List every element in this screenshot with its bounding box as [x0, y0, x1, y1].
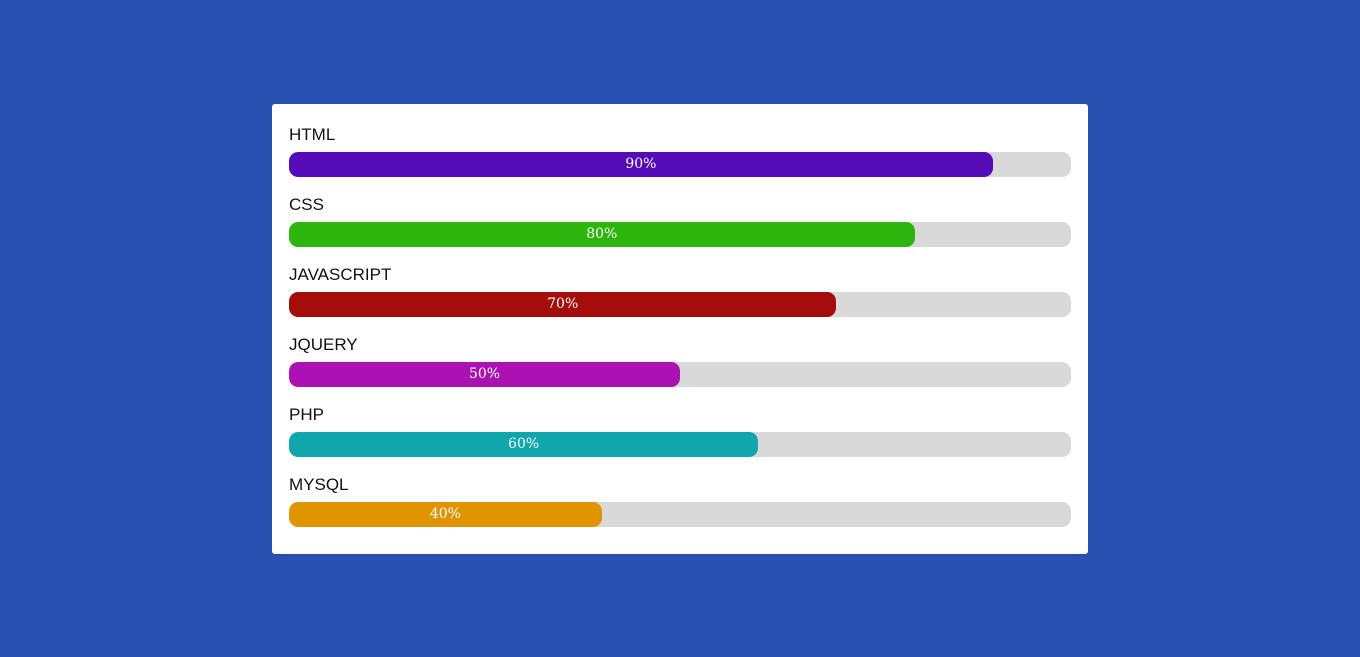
progress-fill: 40% — [289, 502, 602, 527]
skill-label: JAVASCRIPT — [289, 265, 392, 284]
progress-fill: 50% — [289, 362, 680, 387]
skill-label: HTML — [289, 125, 336, 144]
skill-jquery: JQUERY 50% — [289, 335, 1071, 387]
skill-html: HTML 90% — [289, 125, 1071, 177]
skill-css: CSS 80% — [289, 195, 1071, 247]
progress-percent: 80% — [586, 226, 618, 242]
progress-track: 90% — [289, 152, 1071, 177]
progress-track: 40% — [289, 502, 1071, 527]
progress-percent: 60% — [508, 436, 540, 452]
progress-percent: 70% — [547, 296, 579, 312]
progress-percent: 90% — [625, 156, 657, 172]
skill-label: MYSQL — [289, 475, 349, 494]
skill-label: JQUERY — [289, 335, 358, 354]
progress-track: 50% — [289, 362, 1071, 387]
progress-fill: 90% — [289, 152, 993, 177]
skill-label: PHP — [289, 405, 324, 424]
skill-php: PHP 60% — [289, 405, 1071, 457]
skills-card: HTML 90% CSS 80% JAVASCRIPT 70% JQUERY 5… — [272, 104, 1088, 554]
progress-fill: 70% — [289, 292, 837, 317]
skill-mysql: MYSQL 40% — [289, 475, 1071, 527]
progress-track: 80% — [289, 222, 1071, 247]
skill-javascript: JAVASCRIPT 70% — [289, 265, 1071, 317]
skill-label: CSS — [289, 195, 324, 214]
progress-track: 70% — [289, 292, 1071, 317]
progress-fill: 80% — [289, 222, 915, 247]
progress-percent: 50% — [468, 366, 501, 382]
progress-percent: 40% — [429, 506, 461, 522]
progress-fill: 60% — [289, 432, 759, 457]
progress-track: 60% — [289, 432, 1071, 457]
